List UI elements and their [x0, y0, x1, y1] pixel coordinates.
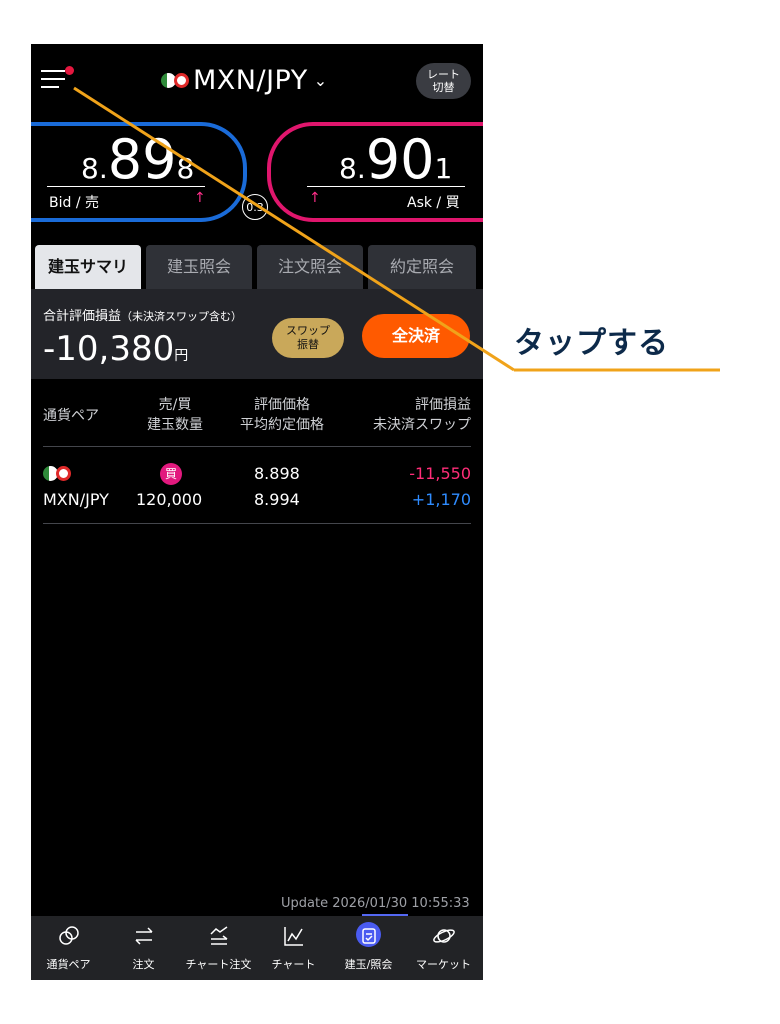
bid-divider: [47, 186, 205, 187]
rate-switch-label-1: レート: [427, 68, 460, 81]
bid-up-arrow-icon: ↑: [194, 190, 206, 206]
bottom-nav: 通貨ペア 注文 チャート注文 チャート 建玉/照会 マーケット: [31, 916, 483, 980]
planet-icon: [433, 929, 455, 943]
nav-positions[interactable]: 建玉/照会: [331, 916, 406, 980]
row-pair: MXN/JPY: [43, 490, 109, 509]
line-chart-icon: [284, 927, 303, 946]
nav-chart-order[interactable]: チャート注文: [181, 916, 256, 980]
buy-badge: 買: [160, 463, 182, 485]
nav-market[interactable]: マーケット: [406, 916, 483, 980]
currency-exchange-icon: [59, 926, 79, 945]
table-divider: [43, 523, 471, 524]
row-swap: +1,170: [411, 490, 471, 509]
row-pnl: -11,550: [409, 464, 471, 483]
row-eval-price: 8.898: [254, 464, 300, 483]
spread-badge: 0.3: [242, 194, 268, 220]
notification-dot: [65, 66, 74, 75]
row-avg-price: 8.994: [254, 490, 300, 509]
mexico-flag-icon: [43, 466, 71, 481]
tab-execution-inquiry[interactable]: 約定照会: [368, 245, 476, 289]
swap-transfer-button[interactable]: スワップ 振替: [272, 318, 344, 358]
bid-price: 8.898: [81, 128, 195, 191]
header: MXN/JPY ⌄ レート 切替: [31, 44, 483, 116]
header-pair: 通貨ペア: [43, 408, 99, 424]
pair-title: MXN/JPY: [193, 64, 308, 96]
nav-order[interactable]: 注文: [106, 916, 181, 980]
mexico-flag-icon: [161, 72, 189, 88]
bid-label: Bid / 売: [49, 195, 99, 211]
chevron-down-icon: ⌄: [313, 70, 328, 90]
ask-label: Ask / 買: [407, 195, 460, 211]
table-divider: [43, 446, 471, 447]
document-check-icon: [362, 928, 376, 944]
chart-order-icon: [210, 926, 228, 945]
tab-order-inquiry[interactable]: 注文照会: [257, 245, 363, 289]
tab-bar: 建玉サマリ 建玉照会 注文照会 約定照会: [31, 245, 483, 289]
close-all-button[interactable]: 全決済: [362, 314, 470, 358]
update-timestamp: Update 2026/01/30 10:55:33: [281, 896, 470, 911]
header-pnl-swap: 評価損益 未決済スワップ: [373, 397, 471, 433]
ask-up-arrow-icon: ↑: [309, 190, 321, 206]
summary-label: 合計評価損益（未決済スワップ含む）: [43, 309, 243, 324]
swap-arrows-icon: [135, 927, 153, 945]
tab-position-inquiry[interactable]: 建玉照会: [146, 245, 252, 289]
tap-callout: タップする: [514, 326, 669, 361]
rate-switch-button[interactable]: レート 切替: [416, 63, 471, 99]
summary-panel: 合計評価損益（未決済スワップ含む） -10,380円 スワップ 振替 全決済: [31, 289, 483, 379]
nav-currency-pair[interactable]: 通貨ペア: [31, 916, 106, 980]
header-prices: 評価価格 平均約定価格: [240, 397, 324, 433]
rate-switch-label-2: 切替: [432, 81, 455, 94]
pair-selector[interactable]: MXN/JPY ⌄: [161, 62, 328, 98]
total-pnl: -10,380円: [43, 329, 189, 369]
header-side-qty: 売/買 建玉数量: [147, 397, 203, 433]
tab-position-summary[interactable]: 建玉サマリ: [35, 245, 141, 289]
ask-price: 8.901: [339, 128, 453, 191]
ask-divider: [307, 186, 465, 187]
row-qty: 120,000: [136, 490, 203, 509]
app-screen: MXN/JPY ⌄ レート 切替 8.898 8.901 Bid / 売 ↑ ↑…: [31, 44, 483, 980]
nav-chart[interactable]: チャート: [256, 916, 331, 980]
